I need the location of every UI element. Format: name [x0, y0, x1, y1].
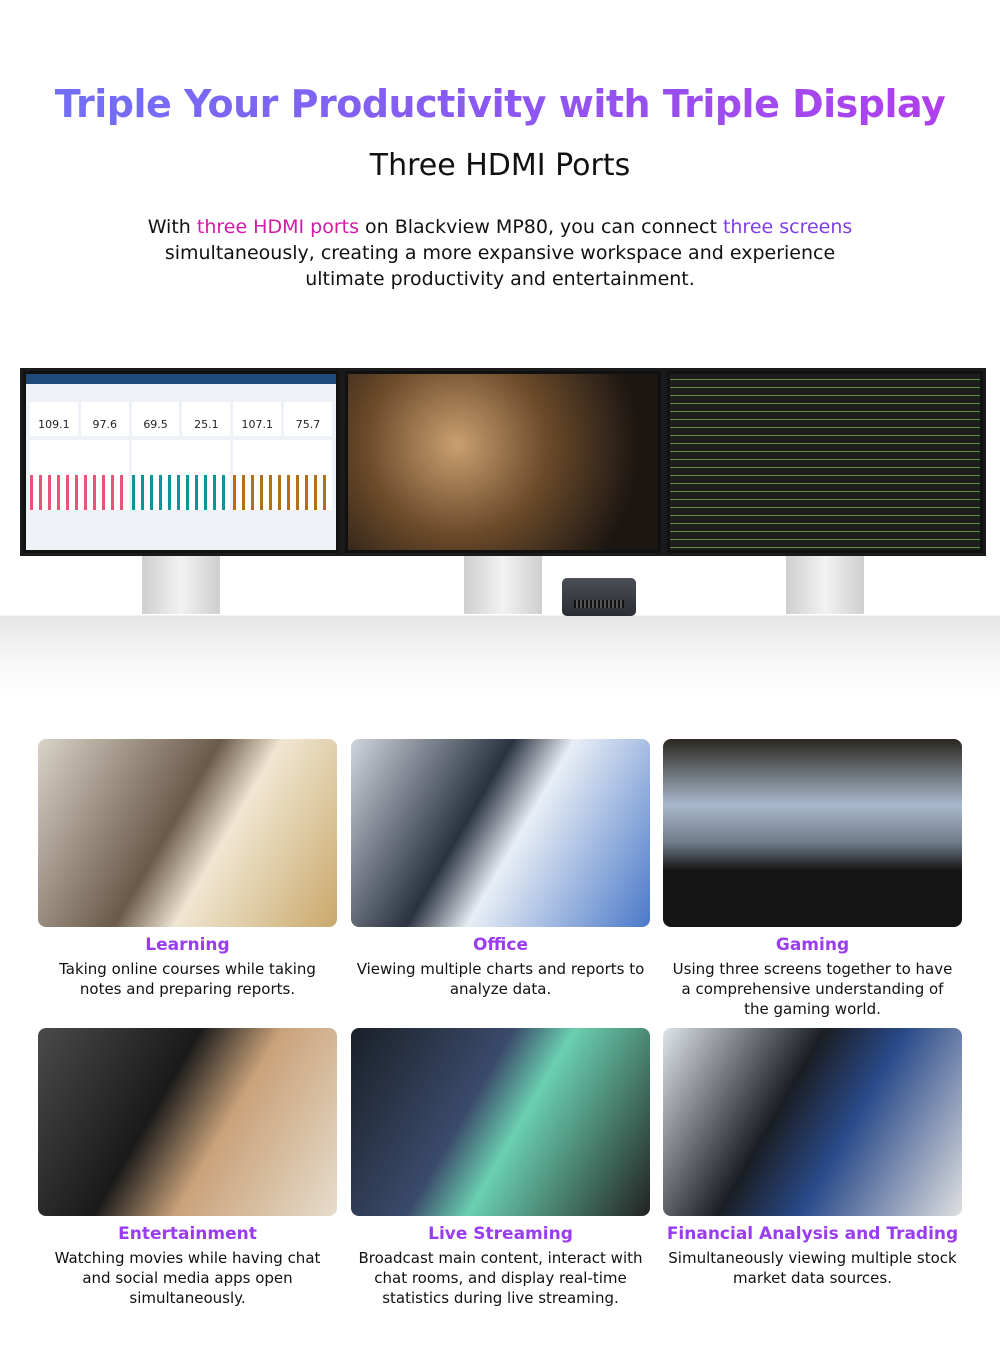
dashboard-screen: 109.1 97.6 69.5 25.1 107.1 75.7 [26, 374, 336, 550]
chart-thumb [30, 440, 129, 510]
highlight-hdmi: three HDMI ports [196, 216, 359, 238]
monitor-left: 109.1 97.6 69.5 25.1 107.1 75.7 [20, 368, 342, 556]
card-desc: Simultaneously viewing multiple stock ma… [668, 1249, 957, 1287]
kpi: 25.1 [182, 402, 231, 436]
intro-text: simultaneously, creating a more expansiv… [164, 242, 836, 290]
chart-thumb [131, 440, 231, 510]
kpi: 107.1 [233, 402, 282, 436]
kpi: 109.1 [30, 402, 78, 436]
monitor-stand [464, 556, 542, 614]
code-editor-screen [670, 374, 980, 550]
chart-thumb [233, 440, 333, 510]
card-title: Learning [145, 935, 230, 955]
triple-monitor-scene: 109.1 97.6 69.5 25.1 107.1 75.7 [0, 360, 1000, 700]
monitor-stand [142, 556, 220, 614]
monitor-stand [786, 556, 864, 614]
card-desc: Taking online courses while taking notes… [59, 960, 316, 998]
card-desc: Using three screens together to have a c… [672, 960, 953, 1018]
kpi: 69.5 [131, 402, 180, 436]
card-title: Gaming [775, 935, 850, 955]
page-subtitle: Three HDMI Ports [369, 148, 631, 183]
card-desc: Watching movies while having chat and so… [54, 1249, 321, 1307]
gaming-image [663, 739, 962, 927]
intro-text: With [147, 216, 197, 238]
usecase-card-gaming: Gaming Using three screens together to ha… [663, 739, 962, 1019]
card-title: Entertainment [118, 1224, 257, 1244]
usecase-card-entertainment: Entertainment Watching movies while havin… [38, 1028, 337, 1308]
card-title: Office [472, 935, 529, 955]
mini-pc-image [562, 578, 636, 616]
card-title: Live Streaming [428, 1224, 573, 1244]
monitor-right [664, 368, 986, 556]
intro-text: on Blackview MP80, you can connect [358, 216, 723, 238]
monitor-center [342, 368, 664, 556]
streaming-image [351, 1028, 650, 1216]
intro-paragraph: With three HDMI ports on Blackview MP80,… [130, 214, 870, 292]
card-desc: Viewing multiple charts and reports to a… [356, 960, 645, 998]
card-desc: Broadcast main content, interact with ch… [358, 1249, 643, 1307]
usecase-card-financial: Financial Analysis and Trading Simultaneo… [663, 1028, 962, 1288]
page-title: Triple Your Productivity with Triple Dis… [0, 82, 1000, 126]
card-title: Financial Analysis and Trading [666, 1224, 959, 1244]
kpi: 75.7 [284, 402, 332, 436]
office-image [351, 739, 650, 927]
highlight-screens: three screens [722, 216, 853, 238]
entertainment-image [38, 1028, 337, 1216]
financial-image [663, 1028, 962, 1216]
movie-screen [348, 374, 658, 550]
usecase-card-live-streaming: Live Streaming Broadcast main content, in… [351, 1028, 650, 1308]
learning-image [38, 739, 337, 927]
kpi: 97.6 [80, 402, 129, 436]
usecase-card-office: Office Viewing multiple charts and report… [351, 739, 650, 999]
usecase-card-learning: Learning Taking online courses while taki… [38, 739, 337, 999]
